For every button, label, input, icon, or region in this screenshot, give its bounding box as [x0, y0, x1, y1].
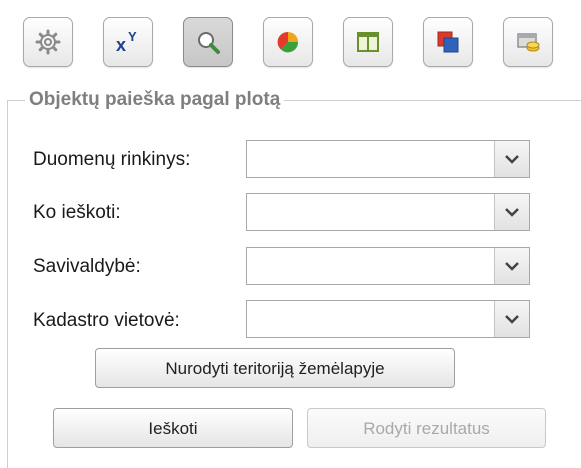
cadastral-area-select-trigger[interactable] [494, 301, 529, 337]
attribute-table-button[interactable] [343, 17, 393, 67]
data-button[interactable] [503, 17, 553, 67]
panel-legend: Objektų paieška pagal plotą [25, 88, 285, 112]
xy-coordinates-icon: x Y [116, 29, 137, 55]
pie-chart-icon [277, 31, 299, 53]
x-letter: x [116, 35, 126, 55]
statistics-button[interactable] [263, 17, 313, 67]
settings-button[interactable] [23, 17, 73, 67]
municipality-label: Savivaldybė: [33, 256, 141, 277]
database-coins-icon [517, 33, 540, 52]
cadastral-area-label: Kadastro vietovė: [33, 310, 180, 331]
magnifier-icon [198, 32, 220, 54]
search-target-select-trigger[interactable] [494, 194, 529, 230]
show-results-button[interactable]: Rodyti rezultatus [307, 408, 546, 448]
dataset-select-trigger[interactable] [494, 141, 529, 177]
coordinates-button[interactable]: x Y [103, 17, 153, 67]
layers-button[interactable] [423, 17, 473, 67]
table-icon [357, 32, 379, 52]
area-search-button[interactable] [183, 17, 233, 67]
y-letter: Y [128, 29, 137, 44]
chevron-down-icon [505, 315, 519, 324]
chevron-down-icon [505, 155, 519, 164]
cadastral-area-select[interactable] [246, 300, 530, 338]
search-button[interactable]: Ieškoti [53, 408, 293, 448]
toolbar: x Y [0, 0, 581, 90]
municipality-select[interactable] [246, 247, 530, 285]
dataset-select[interactable] [246, 140, 530, 178]
chevron-down-icon [505, 262, 519, 271]
dataset-label: Duomenų rinkinys: [33, 149, 191, 170]
define-area-on-map-button[interactable]: Nurodyti teritoriją žemėlapyje [95, 348, 455, 388]
chevron-down-icon [505, 208, 519, 217]
municipality-select-trigger[interactable] [494, 248, 529, 284]
layers-icon [437, 31, 459, 53]
gear-icon [35, 29, 61, 55]
search-target-label: Ko ieškoti: [33, 202, 121, 223]
search-target-select[interactable] [246, 193, 530, 231]
